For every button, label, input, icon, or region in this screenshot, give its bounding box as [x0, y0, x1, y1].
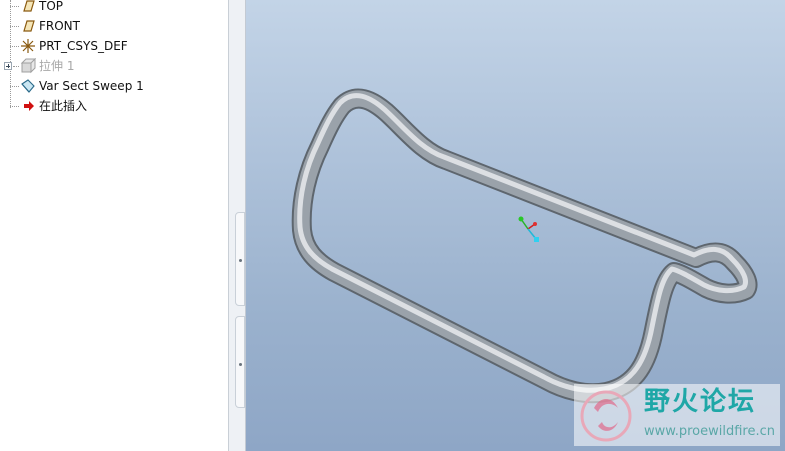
tree-item-label: PRT_CSYS_DEF: [39, 39, 128, 53]
watermark-url: www.proewildfire.cn: [644, 424, 775, 439]
watermark-title: 野火论坛: [644, 387, 757, 417]
forum-logo-icon: [580, 390, 632, 442]
tree-item-sweep[interactable]: Var Sect Sweep 1: [0, 76, 226, 96]
tree-item-label: TOP: [39, 0, 64, 13]
forum-watermark: 野火论坛 www.proewildfire.cn: [574, 384, 780, 446]
splitter-grip-upper[interactable]: [235, 212, 245, 306]
expand-icon[interactable]: [4, 62, 12, 70]
tube-body: [293, 90, 756, 402]
tree-item-extrude[interactable]: 拉伸 1: [0, 56, 226, 76]
csys-triad-icon: [518, 216, 539, 242]
datum-plane-icon: [23, 20, 35, 32]
model-tree: TOP FRONT PRT_CSYS_DEF 拉伸 1 Var Sect Swe…: [0, 0, 229, 451]
tree-item-front[interactable]: FRONT: [0, 16, 226, 36]
tree-item-label: 在此插入: [39, 99, 88, 113]
tree-item-top[interactable]: TOP: [0, 0, 226, 16]
insert-here-arrow-icon: [24, 101, 34, 111]
tree-item-insert-here[interactable]: 在此插入: [0, 96, 226, 116]
datum-plane-icon: [23, 0, 35, 12]
tree-item-csys[interactable]: PRT_CSYS_DEF: [0, 36, 226, 56]
tree-item-label: 拉伸 1: [39, 59, 75, 73]
tree-item-label: Var Sect Sweep 1: [39, 79, 144, 93]
sweep-icon: [21, 79, 35, 93]
coordinate-system-icon: [21, 39, 35, 53]
extrude-icon: [20, 58, 36, 74]
splitter-grip-lower[interactable]: [235, 316, 245, 408]
tree-item-label: FRONT: [39, 19, 80, 33]
panel-splitter[interactable]: [229, 0, 246, 451]
